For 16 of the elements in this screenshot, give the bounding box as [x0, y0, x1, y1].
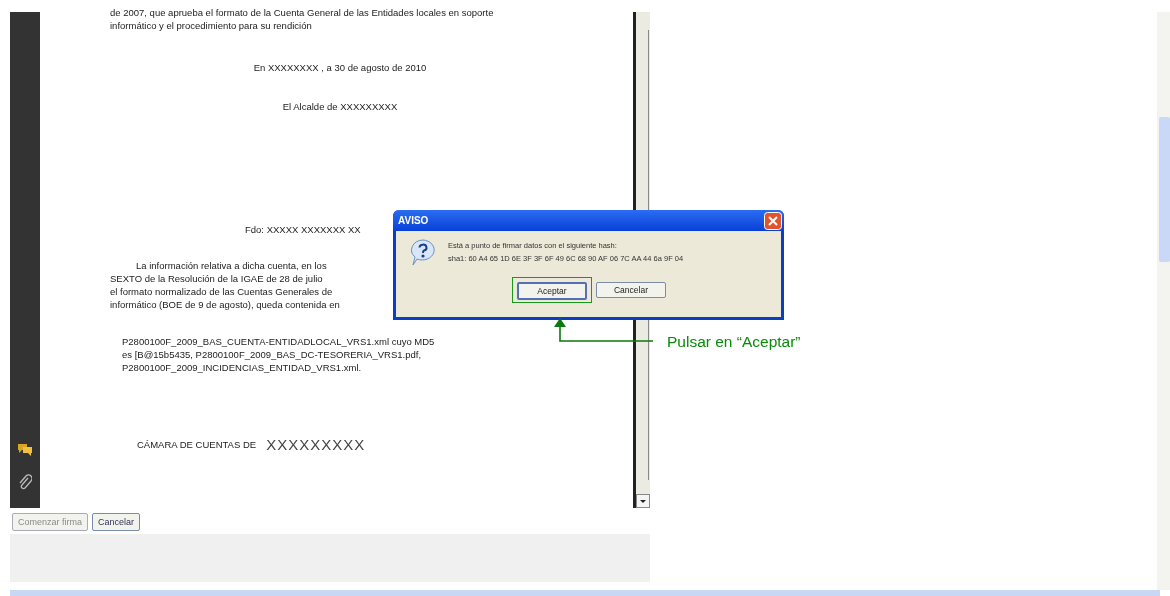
document-text: CÁMARA DE CUENTAS DE	[137, 439, 257, 450]
document-text: La información relativa a dicha cuenta, en los	[135, 259, 327, 272]
document-text: es [B@15b5435, P2800100F_2009_BAS_DC-TESORERIA_VRS1.pdf,	[122, 348, 422, 361]
document-text: SEXTO de la Resolución de la IGAE de 28 de julio	[110, 272, 323, 285]
dialog-title: AVISO	[398, 215, 429, 226]
document-text: de 2007, que aprueba el formato de la Cuenta General de las Entidades locales en soporte	[110, 6, 494, 19]
document-text: informático y el procedimiento para su rendición	[110, 19, 312, 32]
document-text: informático (BOE de 9 de agosto), queda contenida en	[110, 298, 340, 311]
document-text: el formato normalizado de las Cuentas Generales de	[110, 285, 333, 298]
document-text: P2800100F_2009_BAS_CUENTA-ENTIDADLOCAL_VRS1.xml cuyo MD5	[122, 335, 435, 348]
document-text: El Alcalde de XXXXXXXXX	[281, 101, 399, 112]
document-text: P2800100F_2009_INCIDENCIAS_ENTIDAD_VRS1.xml.	[122, 361, 362, 374]
callout-text: Pulsar en “Aceptar”	[667, 333, 801, 351]
document-text: Fdo: XXXXX XXXXXXX XX	[244, 224, 362, 235]
document-text: En XXXXXXXX , a 30 de agosto de 2010	[252, 62, 428, 73]
document-text: XXXXXXXXX	[266, 436, 366, 453]
